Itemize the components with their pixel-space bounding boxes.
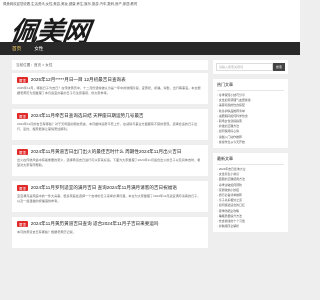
article-title[interactable]: 2024年11月罗列适宜的满月吉日 查询2024年11月满月请客的吉日祝福语 [31, 185, 177, 191]
article-title[interactable]: 2025年12月*****月日一目 12月初最吉日查询表 [31, 77, 126, 83]
article-excerpt: 2025年12月，哪些日子为吉日？在传统黄历中，十二月份通常被认为是一年中的收尾… [17, 86, 201, 95]
article-excerpt: 出火在传统风俗中有着重要的意义，选择黄道吉日进行可以带来好运。下面为大家整理了2… [17, 158, 201, 167]
article-excerpt: 宝宝满月是家庭中的一件大喜事，很多家庭会选择一个吉祥的日子来举办满月酒。本文为大… [17, 194, 201, 203]
top-info-bar: 佩美网欢迎您收看,生活资讯,女性,美容,美妆,健康,养生,娱乐,旅游,汽车,数码… [0, 0, 300, 9]
main-nav: 首页 女性 [0, 42, 300, 55]
sidebar-link[interactable]: 健康作息从今天开始 [217, 140, 284, 145]
site-header: 佩美网 [0, 9, 300, 48]
hot-badge: 置顶 [17, 77, 28, 83]
hot-badge: 置顶 [17, 185, 28, 191]
article-excerpt: 本月的黄道吉日有哪些？根据老黄历记载， [17, 230, 76, 234]
sidebar-link[interactable]: 护肤顺序全解析 [217, 224, 284, 229]
article-card[interactable]: 置顶 2025年12月*****月日一目 12月初最吉日查询表 2025年12月，… [12, 73, 208, 104]
sidebar: 请输入搜索关键词 搜索 热门文章 冬季保湿小技巧分享 女性如何调理气血更健康 美… [213, 60, 288, 237]
search-box: 请输入搜索关键词 搜索 [213, 60, 288, 74]
nav-item-women[interactable]: 女性 [34, 46, 43, 52]
article-excerpt: 2024年11月的吉日有哪些？对于天秤座的朋友而言，本月整体运势平稳上升，在感情… [17, 122, 198, 131]
article-title[interactable]: 2024年11月黄道吉日出门出火的最佳吉时什么 周期性2024年11月出火吉日 [31, 149, 182, 155]
article-card[interactable]: 置顶 2024年11月罗列适宜的满月吉日 查询2024年11月满月请客的吉日祝福语… [12, 181, 208, 212]
search-input[interactable]: 请输入搜索关键词 [216, 63, 273, 71]
article-title[interactable]: 2024年11月黄历黄道吉日查询 适合2024年11月子吉日来要运吗 [31, 221, 159, 227]
search-button[interactable]: 搜索 [273, 63, 285, 71]
box-title: 热门文章 [217, 82, 284, 91]
hot-badge: 置顶 [17, 149, 28, 155]
article-title[interactable]: 2024年11月牵吉日查询选日结 天秤座日期运势几号最吉 [31, 113, 144, 119]
article-card[interactable]: 置顶 2024年11月牵吉日查询选日结 天秤座日期运势几号最吉 2024年11月的… [12, 109, 208, 140]
hot-articles-box: 热门文章 冬季保湿小技巧分享 女性如何调理气血更健康 美容养颜的饮食搭配 秋冬护… [213, 79, 288, 149]
article-list: 置顶 2025年12月*****月日一目 12月初最吉日查询表 2025年12月，… [12, 73, 208, 253]
article-card[interactable]: 置顶 2024年11月黄历黄道吉日查询 适合2024年11月子吉日来要运吗 本月的… [12, 217, 208, 248]
article-card[interactable]: 置顶 2024年11月黄道吉日出门出火的最佳吉时什么 周期性2024年11月出火吉… [12, 145, 208, 176]
breadcrumb: 当前位置：首页 > 女性 [12, 60, 208, 70]
box-title: 最新文章 [217, 156, 284, 166]
hot-badge: 置顶 [17, 221, 28, 227]
hot-badge: 置顶 [17, 113, 28, 119]
nav-item-home[interactable]: 首页 [12, 46, 21, 52]
latest-articles-box: 最新文章 2024年吉日查询大全 女性养生小常识 面膜的正确使用方法 春季过敏如… [213, 153, 288, 233]
